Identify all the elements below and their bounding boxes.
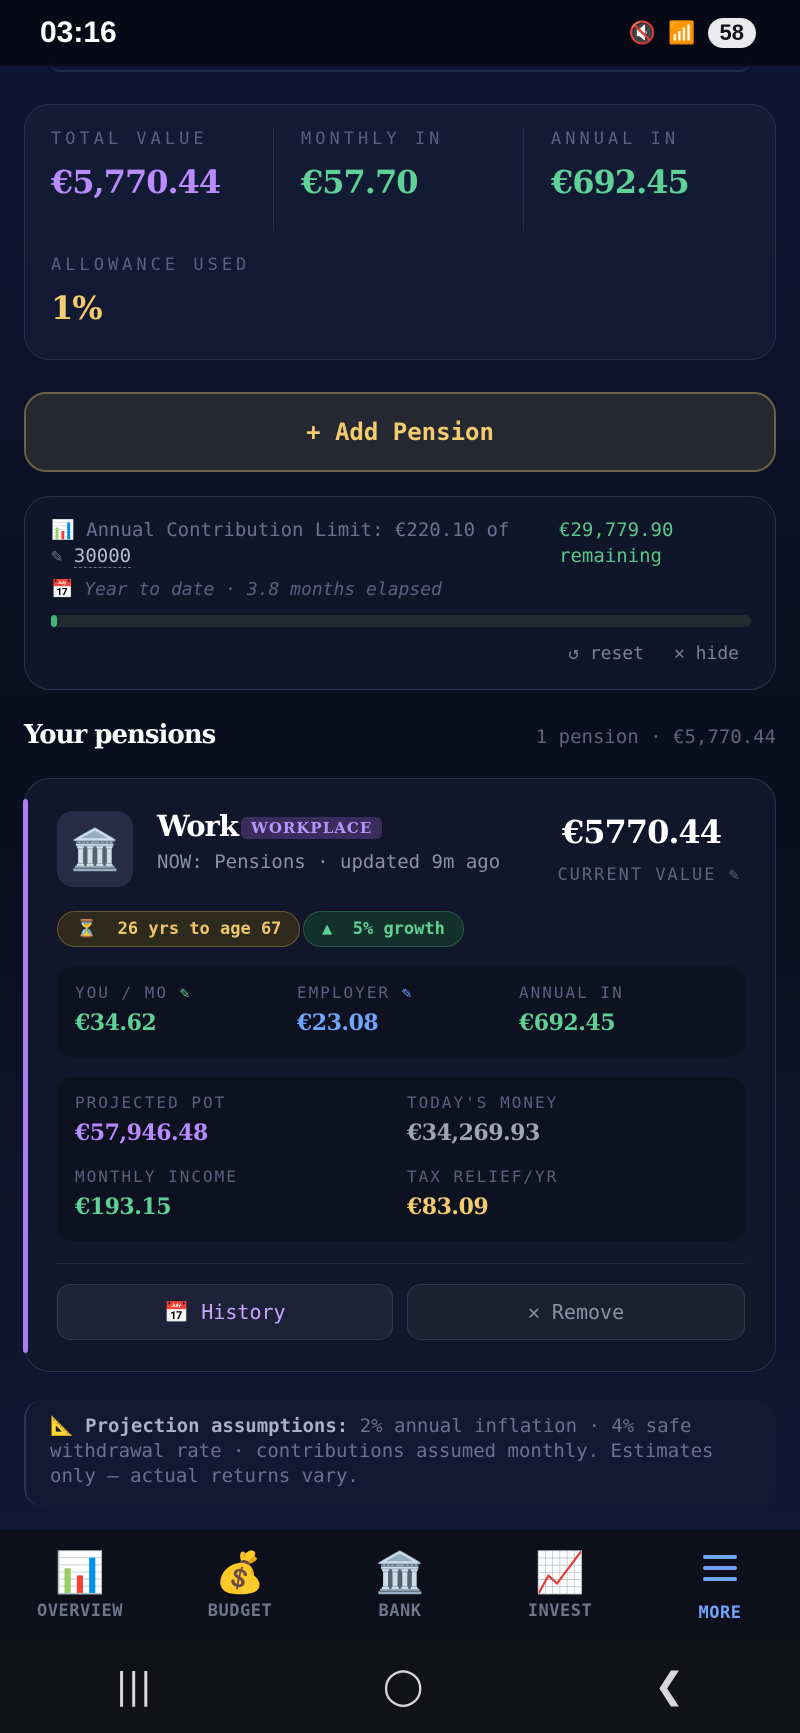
nav-budget[interactable]: 💰 BUDGET: [160, 1549, 320, 1621]
mute-icon: 🔇: [628, 20, 657, 45]
menu-icon: [640, 1548, 800, 1599]
bank-icon: 🏛️: [375, 1550, 425, 1596]
battery-indicator: 58: [707, 18, 756, 48]
calendar-icon: 📅: [164, 1300, 190, 1324]
pencil-icon[interactable]: ✎: [180, 983, 192, 1002]
previous-card-edge: [50, 62, 750, 72]
allowance-stat: ALLOWANCE USED 1%: [51, 255, 250, 327]
close-icon: ✕: [527, 1300, 540, 1324]
limit-progress-fill: [51, 615, 57, 627]
annual-in-stat: ANNUAL IN €692.45: [551, 129, 690, 201]
money-bag-icon: 💰: [215, 1550, 265, 1596]
bar-chart-icon: 📊: [55, 1550, 105, 1596]
age-chip: ⏳ 26 yrs to age 67: [57, 911, 301, 947]
projection-panel: PROJECTED POT €57,946.48 TODAY'S MONEY €…: [57, 1077, 745, 1241]
nav-bank[interactable]: 🏛️ BANK: [320, 1549, 480, 1621]
nav-overview[interactable]: 📊 OVERVIEW: [0, 1549, 160, 1621]
pension-accent-bar: [23, 799, 28, 1353]
pencil-icon[interactable]: ✎: [402, 983, 414, 1002]
pension-divider: [57, 1263, 745, 1264]
close-icon: ✕: [673, 643, 685, 664]
total-value-stat: TOTAL VALUE €5,770.44: [51, 129, 221, 201]
allowance-label: ALLOWANCE USED: [51, 255, 251, 275]
year-to-date: 📅 Year to date · 3.8 months elapsed: [51, 579, 442, 600]
monthly-in-stat: MONTHLY IN €57.70: [301, 129, 443, 201]
limit-progress-track: [51, 615, 751, 627]
pencil-icon[interactable]: ✎: [729, 865, 741, 885]
home-icon[interactable]: ◯: [383, 1666, 423, 1707]
monthly-in-value: €57.70: [301, 163, 418, 201]
annual-in-value: €692.45: [551, 163, 690, 201]
limit-text: 📊 Annual Contribution Limit: €220.10 of …: [51, 519, 510, 568]
pension-type-badge: WORKPLACE: [241, 817, 383, 839]
pensions-section-meta: 1 pension · €5,770.44: [535, 726, 776, 748]
you-monthly: YOU / MO ✎ €34.62: [75, 983, 192, 1036]
pension-card: 🏛️ Work WORKPLACE NOW: Pensions · update…: [23, 778, 776, 1372]
reset-button[interactable]: ↺ reset: [568, 643, 644, 664]
todays-money: TODAY'S MONEY €34,269.93: [407, 1093, 559, 1146]
annual-in-label: ANNUAL IN: [551, 129, 680, 149]
status-bar: 03:16 🔇 📶 58: [0, 0, 800, 66]
contribution-limit-card: 📊 Annual Contribution Limit: €220.10 of …: [24, 496, 776, 690]
pension-name: Work: [157, 809, 239, 843]
triangle-ruler-icon: 📐: [50, 1415, 74, 1437]
bank-icon: 🏛️: [57, 811, 133, 887]
system-navigation: ||| ◯ ❮: [0, 1640, 800, 1733]
pension-current-value: €5770.44: [562, 813, 722, 851]
monthly-in-label: MONTHLY IN: [301, 129, 444, 149]
pencil-icon[interactable]: ✎: [51, 545, 62, 567]
limit-value-edit[interactable]: 30000: [73, 545, 132, 568]
bar-chart-icon: 📊: [51, 519, 75, 541]
status-time: 03:16: [40, 16, 117, 49]
recent-apps-icon[interactable]: |||: [116, 1666, 152, 1707]
pension-annual-in: ANNUAL IN €692.45: [519, 983, 624, 1036]
tax-relief: TAX RELIEF/YR €83.09: [407, 1167, 559, 1220]
remove-button[interactable]: ✕ Remove: [407, 1284, 745, 1340]
monthly-income: MONTHLY INCOME €193.15: [75, 1167, 238, 1220]
limit-actions: ↺ reset ✕ hide: [568, 643, 739, 664]
history-button[interactable]: 📅 History: [57, 1284, 393, 1340]
current-value-label[interactable]: CURRENT VALUE ✎: [557, 865, 741, 885]
pension-subtitle: NOW: Pensions · updated 9m ago: [157, 851, 501, 873]
status-icons: 🔇 📶 58: [629, 18, 756, 48]
employer-monthly: EMPLOYER ✎ €23.08: [297, 983, 414, 1036]
bottom-navigation: 📊 OVERVIEW 💰 BUDGET 🏛️ BANK 📈 INVEST MOR…: [0, 1530, 800, 1640]
projected-pot: PROJECTED POT €57,946.48: [75, 1093, 227, 1146]
nav-more[interactable]: MORE: [640, 1548, 800, 1623]
summary-card: TOTAL VALUE €5,770.44 MONTHLY IN €57.70 …: [24, 104, 776, 360]
growth-chip: ▲ 5% growth: [303, 911, 464, 947]
pensions-section-title: Your pensions: [24, 720, 216, 750]
total-value: €5,770.44: [51, 163, 221, 201]
reset-icon: ↺: [568, 643, 579, 664]
total-value-label: TOTAL VALUE: [51, 129, 208, 149]
calendar-icon: 📅: [51, 579, 74, 600]
nav-invest[interactable]: 📈 INVEST: [480, 1549, 640, 1621]
hide-button[interactable]: ✕ hide: [674, 643, 739, 664]
allowance-value: 1%: [51, 289, 103, 327]
back-icon[interactable]: ❮: [654, 1666, 684, 1707]
trend-chart-icon: 📈: [535, 1550, 585, 1596]
add-pension-button[interactable]: + Add Pension: [24, 392, 776, 472]
wifi-icon: 📶: [668, 20, 696, 45]
contribution-panel: YOU / MO ✎ €34.62 EMPLOYER ✎ €23.08 ANNU…: [57, 967, 745, 1057]
triangle-up-icon: ▲: [322, 919, 333, 939]
limit-remaining: €29,779.90 remaining: [559, 519, 674, 567]
hourglass-icon: ⏳: [76, 919, 98, 939]
projection-assumptions: 📐 Projection assumptions: 2% annual infl…: [24, 1400, 776, 1506]
